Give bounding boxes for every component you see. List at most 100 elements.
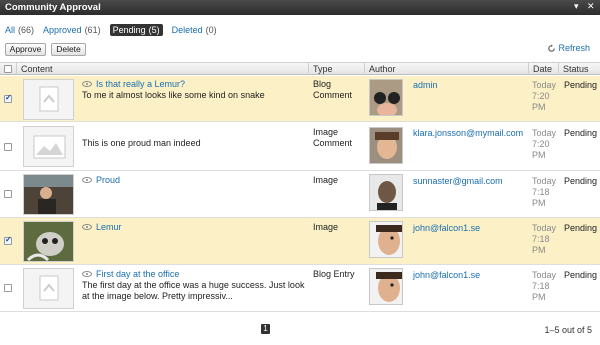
content-title[interactable]: Lemur — [82, 222, 122, 232]
status-text: Pending — [564, 223, 598, 233]
header-date-label: Date — [533, 64, 553, 74]
date-time: 7:18 — [532, 234, 550, 244]
date-day: Today — [532, 223, 557, 233]
content-type: Blog Comment — [313, 79, 365, 101]
select-all-checkbox[interactable] — [4, 65, 12, 73]
row-checkbox[interactable] — [4, 235, 12, 245]
table-header: Content Type Author Date ▾ Status — [0, 62, 600, 86]
content-body: The first day at the office was a huge s… — [82, 280, 304, 302]
content-date: Today 7:20 PM — [532, 128, 560, 161]
content-type: Image — [313, 175, 365, 186]
filter-approved[interactable]: Approved — [43, 25, 82, 35]
pagination-range: 1–5 out of 5 — [544, 325, 592, 335]
content-body-line2: at the image below. Pretty impressiv... — [82, 291, 233, 301]
content-title[interactable]: Proud — [82, 175, 120, 185]
table-row[interactable]: First day at the office The first day at… — [0, 265, 600, 312]
document-placeholder-thumbnail — [23, 268, 74, 309]
date-day: Today — [532, 80, 557, 90]
delete-button[interactable]: Delete — [51, 43, 86, 56]
header-author[interactable]: Author — [364, 63, 528, 75]
author-avatar — [369, 268, 403, 305]
content-type: Image — [313, 222, 365, 233]
filter-tabs: All (66) Approved (61) Pending (5) Delet… — [5, 23, 223, 36]
filter-deleted[interactable]: Deleted — [172, 25, 203, 35]
filter-deleted-count: (0) — [205, 24, 217, 35]
filter-pending-label: Pending — [112, 24, 146, 35]
date-time: 7:18 — [532, 187, 550, 197]
content-type-line1: Image — [313, 175, 339, 185]
content-date: Today 7:18 PM — [532, 176, 560, 209]
author-avatar — [369, 174, 403, 211]
filter-all[interactable]: All — [5, 25, 15, 35]
page-button-current[interactable]: 1 — [261, 324, 270, 334]
preview-eye-icon[interactable] — [82, 224, 92, 230]
content-type-line1: Blog Entry — [313, 269, 355, 279]
table-row[interactable]: Is that really a Lemur? To me it almost … — [0, 76, 600, 122]
refresh-icon — [548, 43, 556, 52]
status-text: Pending — [564, 270, 598, 280]
filter-pending[interactable]: Pending (5) — [109, 23, 163, 36]
date-day: Today — [532, 128, 557, 138]
content-title-text: First day at the office — [96, 269, 180, 279]
date-ampm: PM — [532, 102, 546, 112]
header-content[interactable]: Content — [16, 63, 308, 75]
header-status[interactable]: Status — [558, 63, 600, 75]
status-text: Pending — [564, 80, 598, 90]
header-date[interactable]: Date ▾ — [528, 63, 558, 86]
row-checkbox[interactable] — [4, 143, 12, 151]
window-title: Community Approval — [5, 2, 101, 13]
content-type-line2: Comment — [313, 90, 353, 100]
window-titlebar: Community Approval ▾ ✕ — [0, 0, 600, 15]
content-body-line1: The first day at the office was a huge s… — [82, 280, 305, 290]
preview-eye-icon[interactable] — [82, 271, 92, 277]
author-link[interactable]: klara.jonsson@mymail.com — [413, 128, 523, 138]
row-checkbox[interactable] — [4, 190, 12, 198]
content-title[interactable]: First day at the office — [82, 269, 179, 279]
content-date: Today 7:18 PM — [532, 270, 560, 303]
author-link[interactable]: john@falcon1.se — [413, 223, 480, 233]
author-link[interactable]: john@falcon1.se — [413, 270, 480, 280]
author-link[interactable]: admin — [413, 80, 438, 90]
filter-all-count: (66) — [18, 24, 35, 35]
author-avatar — [369, 79, 403, 116]
refresh-button[interactable]: Refresh — [547, 43, 590, 53]
author-avatar — [369, 221, 403, 258]
header-type[interactable]: Type — [308, 63, 364, 75]
table-row[interactable]: This is one proud man indeed Image Comme… — [0, 122, 600, 171]
row-checkbox[interactable] — [4, 284, 12, 292]
row-checkbox[interactable] — [4, 93, 12, 103]
photo-thumbnail — [23, 174, 74, 215]
document-placeholder-thumbnail — [23, 79, 74, 120]
close-icon[interactable]: ✕ — [587, 1, 595, 12]
author-avatar — [369, 127, 403, 164]
date-ampm: PM — [532, 245, 546, 255]
content-date: Today 7:20 PM — [532, 80, 560, 113]
author-link[interactable]: sunnaster@gmail.com — [413, 176, 503, 186]
content-type: Image Comment — [313, 127, 365, 149]
content-type-line2: Comment — [313, 138, 353, 148]
content-body: To me it almost looks like some kind on … — [82, 90, 265, 100]
table-row[interactable]: Lemur Image john@falcon1.se Today 7:18 P… — [0, 218, 600, 265]
table-row[interactable]: Proud Image sunnaster@gmail.com Today 7:… — [0, 171, 600, 218]
date-time: 7:18 — [532, 281, 550, 291]
content-title[interactable]: Is that really a Lemur? — [82, 79, 185, 89]
date-day: Today — [532, 176, 557, 186]
content-type: Blog Entry — [313, 269, 365, 280]
date-time: 7:20 — [532, 139, 550, 149]
content-type-line1: Blog — [313, 79, 332, 89]
date-ampm: PM — [532, 198, 546, 208]
content-type-line1: Image — [313, 222, 339, 232]
content-type-line1: Image — [313, 127, 339, 137]
preview-eye-icon[interactable] — [82, 81, 92, 87]
lemur-photo-thumbnail — [23, 221, 74, 262]
content-title-text: Lemur — [96, 222, 122, 232]
content-title-text: Is that really a Lemur? — [96, 79, 186, 89]
preview-eye-icon[interactable] — [82, 177, 92, 183]
content-title-text: Proud — [96, 175, 121, 185]
approve-button[interactable]: Approve — [5, 43, 46, 56]
content-date: Today 7:18 PM — [532, 223, 560, 256]
date-ampm: PM — [532, 150, 546, 160]
date-ampm: PM — [532, 292, 546, 302]
status-text: Pending — [564, 176, 598, 186]
collapse-icon[interactable]: ▾ — [574, 1, 579, 12]
